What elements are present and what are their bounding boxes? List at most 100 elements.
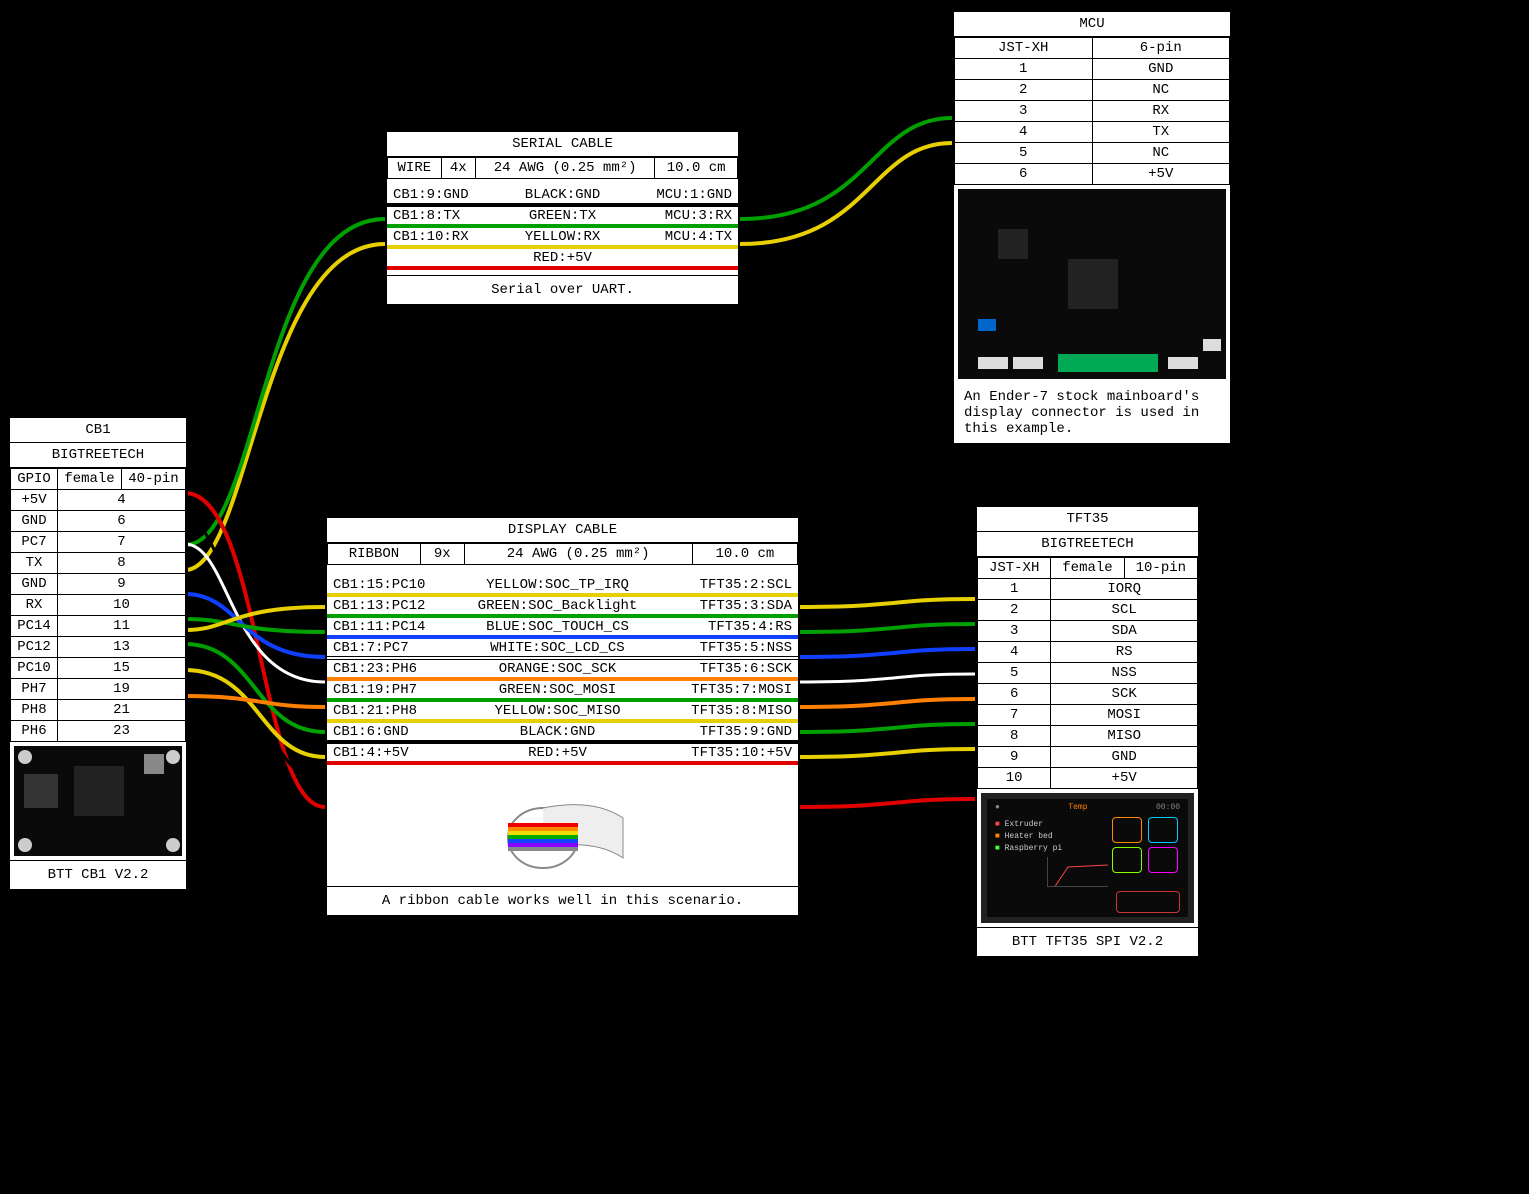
cb1-pin-num: 4 — [58, 490, 186, 511]
mcu-pin-num: 2 — [955, 80, 1093, 101]
serial-spec-0: WIRE — [388, 158, 442, 179]
tft35-pin-num: 8 — [978, 726, 1051, 747]
tft35-img-label: BTT TFT35 SPI V2.2 — [977, 927, 1198, 956]
wire-left: CB1:4:+5V — [327, 743, 447, 763]
wire-left: CB1:15:PC10 — [327, 575, 447, 595]
wire-right: TFT35:5:NSS — [668, 638, 798, 658]
mcu-pin-name: NC — [1092, 143, 1230, 164]
wire-left: CB1:23:PH6 — [327, 659, 447, 679]
cb1-pin-row: GND6 — [11, 511, 186, 532]
wire-row: CB1:10:RX YELLOW:RX MCU:4:TX — [387, 227, 738, 248]
wire-row: CB1:19:PH7 GREEN:SOC_MOSI TFT35:7:MOSI — [327, 680, 798, 701]
tft35-pin-num: 7 — [978, 705, 1051, 726]
tft35-pin-name: RS — [1051, 642, 1198, 663]
wire-right: TFT35:7:MOSI — [668, 680, 798, 700]
wire-right: TFT35:4:RS — [668, 617, 798, 637]
mcu-pin-row: 4TX — [955, 122, 1230, 143]
cb1-pin-gpio: PH7 — [11, 679, 58, 700]
tft35-pin-row: 9GND — [978, 747, 1198, 768]
wire-right: TFT35:2:SCL — [668, 575, 798, 595]
cb1-pin-gpio: GND — [11, 574, 58, 595]
cb1-pin-row: GND9 — [11, 574, 186, 595]
cb1-img-label: BTT CB1 V2.2 — [10, 860, 186, 889]
tft35-pin-num: 5 — [978, 663, 1051, 684]
display-cable-caption: A ribbon cable works well in this scenar… — [327, 886, 798, 915]
cb1-hdr-gpio: GPIO — [11, 469, 58, 490]
wire-row: CB1:4:+5V RED:+5V TFT35:10:+5V — [327, 743, 798, 764]
tft35-pin-num: 9 — [978, 747, 1051, 768]
wire-right: MCU:3:RX — [638, 206, 738, 226]
cb1-pin-num: 21 — [58, 700, 186, 721]
cb1-pin-num: 11 — [58, 616, 186, 637]
wire-mid: GREEN:SOC_MOSI — [447, 680, 668, 700]
wire-mid: WHITE:SOC_LCD_CS — [447, 638, 668, 658]
wire-mid: RED:+5V — [487, 248, 638, 268]
tft35-pin-name: NSS — [1051, 663, 1198, 684]
mcu-pin-name: TX — [1092, 122, 1230, 143]
wire-right — [638, 256, 738, 260]
serial-cable-title: SERIAL CABLE — [387, 132, 738, 157]
cb1-pin-num: 10 — [58, 595, 186, 616]
ribbon-cable-image — [327, 770, 798, 886]
cb1-pin-row: PC1015 — [11, 658, 186, 679]
tft35-pin-row: 2SCL — [978, 600, 1198, 621]
wire-mid: BLUE:SOC_TOUCH_CS — [447, 617, 668, 637]
tft35-pin-row: 8MISO — [978, 726, 1198, 747]
wire-left: CB1:7:PC7 — [327, 638, 447, 658]
wire-left: CB1:8:TX — [387, 206, 487, 226]
wire-row: CB1:7:PC7 WHITE:SOC_LCD_CS TFT35:5:NSS — [327, 638, 798, 659]
tft35-pin-row: 1IORQ — [978, 579, 1198, 600]
wire-left: CB1:21:PH8 — [327, 701, 447, 721]
mcu-pin-row: 5NC — [955, 143, 1230, 164]
tft35-hdr-jst: JST-XH — [978, 558, 1051, 579]
tft35-pin-row: 10+5V — [978, 768, 1198, 789]
tft35-pin-row: 3SDA — [978, 621, 1198, 642]
mcu-pin-num: 5 — [955, 143, 1093, 164]
wire-left: CB1:10:RX — [387, 227, 487, 247]
wire-row: RED:+5V — [387, 248, 738, 269]
tft35-block: TFT35 BIGTREETECH JST-XH female 10-pin 1… — [975, 505, 1200, 958]
wire-row: CB1:23:PH6 ORANGE:SOC_SCK TFT35:6:SCK — [327, 659, 798, 680]
cb1-pin-num: 9 — [58, 574, 186, 595]
wire-mid: ORANGE:SOC_SCK — [447, 659, 668, 679]
cb1-pin-gpio: +5V — [11, 490, 58, 511]
tft35-pin-table: JST-XH female 10-pin 1IORQ2SCL3SDA4RS5NS… — [977, 557, 1198, 789]
tft35-pin-name: SDA — [1051, 621, 1198, 642]
wire-mid: GREEN:TX — [487, 206, 638, 226]
cb1-pin-num: 13 — [58, 637, 186, 658]
display-spec-0: RIBBON — [328, 544, 421, 565]
wire-mid: YELLOW:SOC_TP_IRQ — [447, 575, 668, 595]
tft35-pin-row: 5NSS — [978, 663, 1198, 684]
cb1-pin-row: PC1213 — [11, 637, 186, 658]
tft35-pin-num: 3 — [978, 621, 1051, 642]
serial-spec-3: 10.0 cm — [655, 158, 738, 179]
mcu-pin-num: 6 — [955, 164, 1093, 185]
cb1-pin-gpio: PH6 — [11, 721, 58, 742]
cb1-pin-row: PH821 — [11, 700, 186, 721]
mcu-pin-row: 2NC — [955, 80, 1230, 101]
cb1-hdr-female: female — [58, 469, 122, 490]
cb1-subtitle: BIGTREETECH — [10, 443, 186, 468]
wire-left: CB1:13:PC12 — [327, 596, 447, 616]
cb1-pin-gpio: GND — [11, 511, 58, 532]
mcu-pin-row: 3RX — [955, 101, 1230, 122]
tft35-hdr-female: female — [1051, 558, 1124, 579]
wire-right: TFT35:6:SCK — [668, 659, 798, 679]
wire-row: CB1:8:TX GREEN:TX MCU:3:RX — [387, 206, 738, 227]
tft35-title: TFT35 — [977, 507, 1198, 532]
tft35-pin-num: 10 — [978, 768, 1051, 789]
tft35-pin-num: 1 — [978, 579, 1051, 600]
cb1-pin-num: 8 — [58, 553, 186, 574]
cb1-pin-num: 7 — [58, 532, 186, 553]
cb1-pin-table: GPIO female 40-pin +5V4GND6PC77TX8GND9RX… — [10, 468, 186, 742]
tft35-pin-num: 4 — [978, 642, 1051, 663]
cb1-pin-row: PH623 — [11, 721, 186, 742]
tft35-pin-row: 6SCK — [978, 684, 1198, 705]
serial-cable-caption: Serial over UART. — [387, 275, 738, 304]
wire-right: MCU:4:TX — [638, 227, 738, 247]
cb1-pin-gpio: PC12 — [11, 637, 58, 658]
tft35-pin-row: 4RS — [978, 642, 1198, 663]
wire-left: CB1:19:PH7 — [327, 680, 447, 700]
serial-spec-1: 4x — [441, 158, 475, 179]
cb1-pin-row: PC1411 — [11, 616, 186, 637]
